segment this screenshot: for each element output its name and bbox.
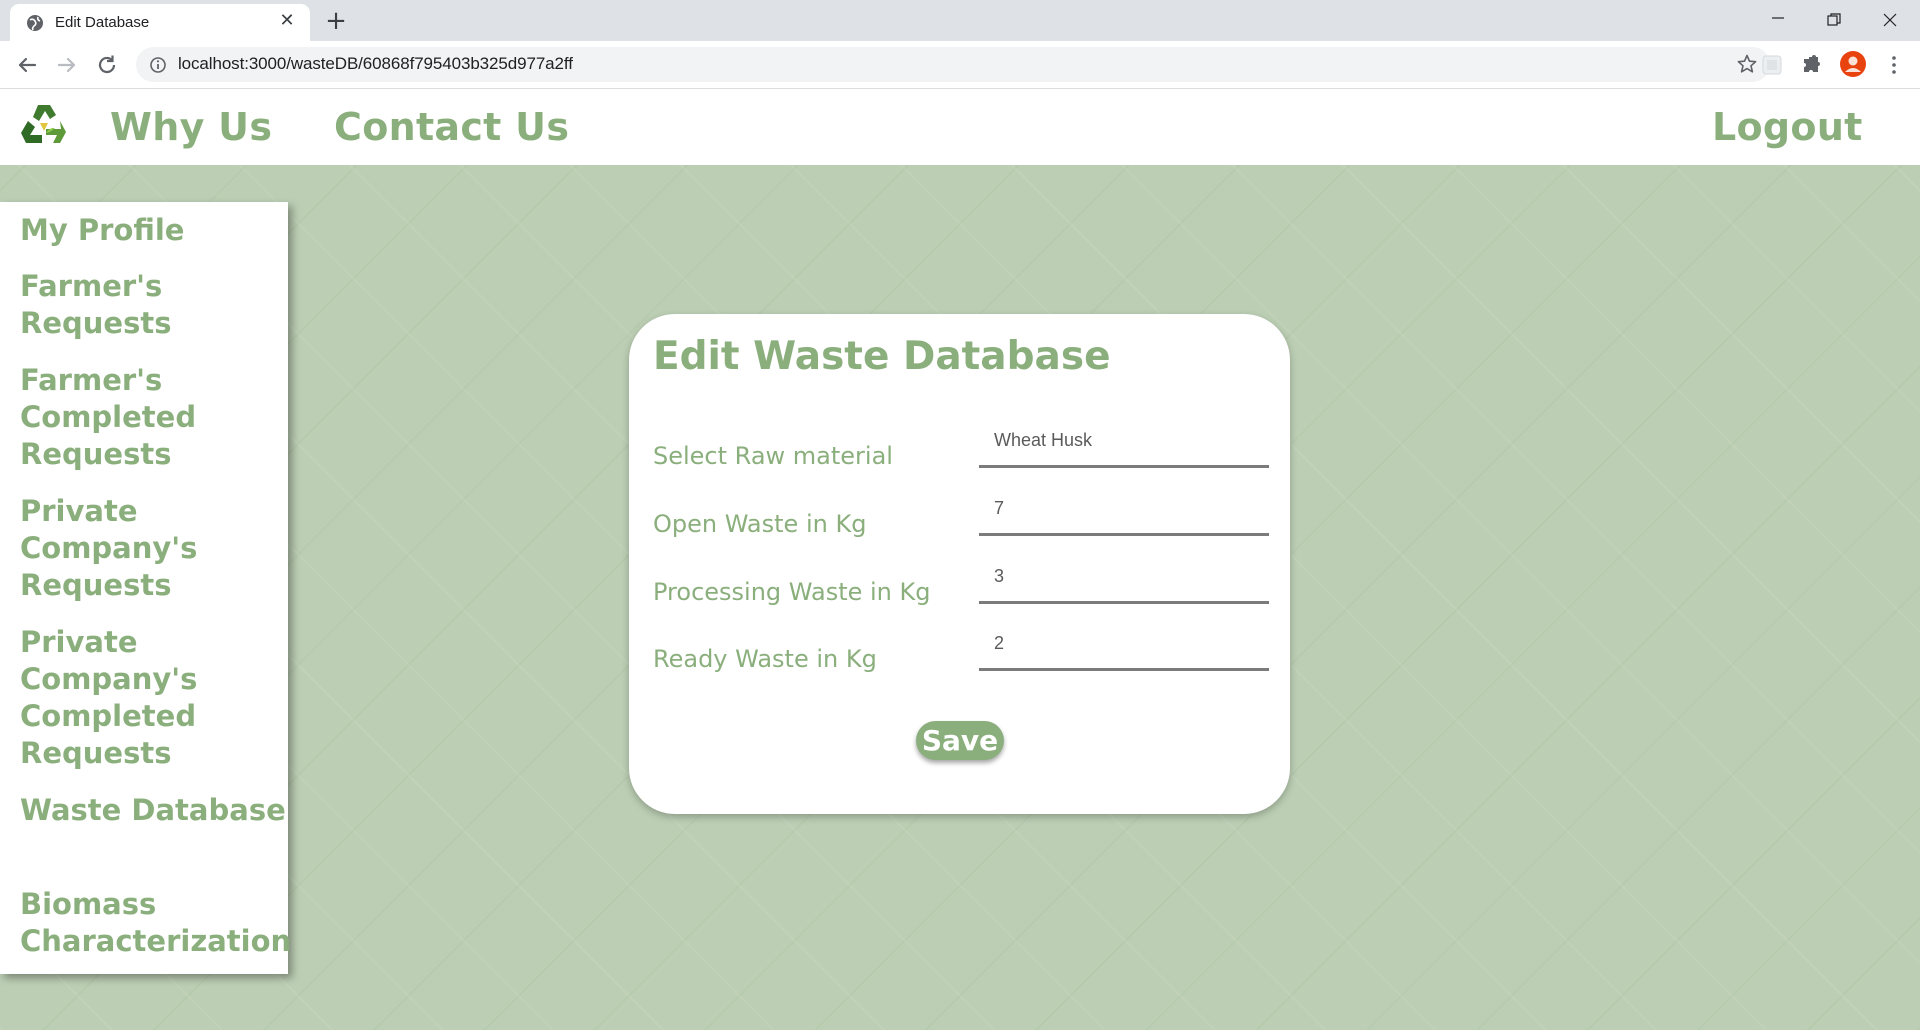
sidebar-item-private-company-completed-requests[interactable]: Private Company's Completed Requests [20,624,290,772]
sidebar-item-farmers-requests[interactable]: Farmer's Requests [20,268,290,342]
sidebar-item-farmers-completed-requests[interactable]: Farmer's Completed Requests [20,362,290,473]
close-window-button[interactable] [1862,0,1918,40]
restore-icon [1827,13,1841,26]
sidebar-item-biomass-characterization[interactable]: Biomass Characterization [20,886,291,960]
sidebar-item-my-profile[interactable]: My Profile [20,212,290,249]
edit-waste-card: Edit Waste Database Select Raw material … [629,314,1290,814]
site-header: Why Us Contact Us Logout [0,89,1920,165]
logout-link[interactable]: Logout [1712,105,1863,149]
open-waste-label: Open Waste in Kg [653,510,867,538]
sidebar-item-waste-database[interactable]: Waste Database [20,792,290,829]
minimize-icon [1772,17,1784,19]
back-arrow-icon[interactable] [13,51,41,79]
info-icon[interactable] [149,56,167,74]
why-us-link[interactable]: Why Us [110,105,272,149]
save-button[interactable]: Save [916,721,1004,760]
extension-icon[interactable] [1760,53,1784,77]
puzzle-icon[interactable] [1800,53,1824,77]
close-tab-icon[interactable]: ✕ [276,10,298,32]
form-title: Edit Waste Database [653,334,1111,379]
contact-us-link[interactable]: Contact Us [334,105,569,149]
raw-material-label: Select Raw material [653,442,893,470]
ready-waste-input[interactable]: 2 [979,621,1269,671]
browser-toolbar: localhost:3000/wasteDB/60868f795403b325d… [0,41,1920,89]
globe-icon [27,15,43,31]
close-icon [1883,13,1897,27]
address-bar[interactable]: localhost:3000/wasteDB/60868f795403b325d… [136,47,1770,82]
bookmark-star-icon[interactable] [1736,53,1758,75]
browser-tabstrip: Edit Database ✕ + [0,0,1920,41]
url-text[interactable]: localhost:3000/wasteDB/60868f795403b325d… [178,54,573,74]
browser-tab[interactable]: Edit Database ✕ [10,4,310,41]
reload-icon[interactable] [93,51,121,79]
sidebar: My Profile Farmer's Requests Farmer's Co… [0,202,291,974]
profile-avatar-icon[interactable] [1839,50,1867,78]
ready-waste-label: Ready Waste in Kg [653,645,877,673]
tab-title: Edit Database [55,14,150,31]
processing-waste-input[interactable]: 3 [979,554,1269,604]
minimize-window-button[interactable] [1750,0,1806,40]
open-waste-input[interactable]: 7 [979,486,1269,536]
menu-kebab-icon[interactable] [1882,53,1906,77]
new-tab-icon[interactable]: + [322,7,350,35]
processing-waste-label: Processing Waste in Kg [653,578,931,606]
sidebar-item-private-company-requests[interactable]: Private Company's Requests [20,493,290,604]
restore-window-button[interactable] [1806,0,1862,40]
raw-material-select[interactable]: Wheat Husk [979,418,1269,468]
recycle-logo-icon[interactable] [16,99,72,155]
forward-arrow-icon[interactable] [53,51,81,79]
